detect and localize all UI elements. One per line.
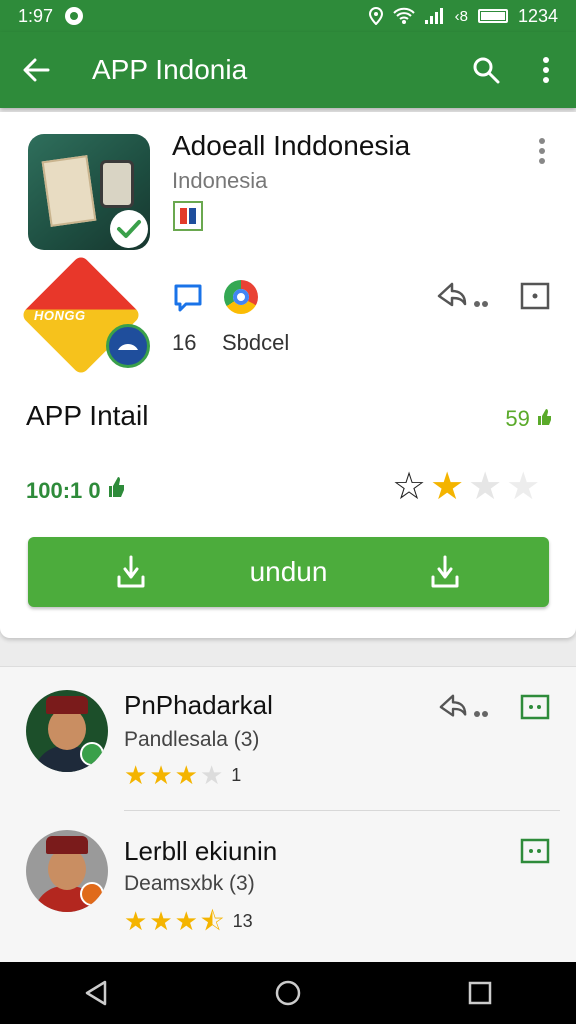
verified-badge-icon	[110, 210, 148, 248]
star-icon: ★	[149, 760, 173, 790]
install-title: APP Intail	[26, 400, 149, 431]
rating-value-text: 59	[505, 406, 530, 431]
star-icon: ★	[174, 906, 198, 936]
star-icon: ★	[124, 906, 148, 936]
home-nav-icon	[275, 980, 301, 1006]
share-button[interactable]	[438, 692, 468, 727]
developer-logo: HONGG	[20, 254, 150, 376]
star-icon: ★	[124, 760, 148, 790]
review-stars: ★ ★ ★ ★ 1	[124, 762, 241, 788]
review-count: 16	[172, 330, 197, 355]
paper-graphic	[41, 155, 97, 227]
reviewer-subtitle: Pandlesala (3)	[124, 728, 260, 751]
network-label-icon: ‹8	[454, 7, 468, 25]
review-item[interactable]: Lerbll ekiunin Deamsxbk (3) ★ ★ ★ ⯪ 13	[0, 812, 576, 952]
location-icon	[368, 7, 383, 25]
avatar-hat	[46, 836, 88, 854]
app-icon[interactable]	[28, 134, 150, 250]
star-icon: ★	[199, 760, 224, 790]
star-icon: ★	[149, 906, 173, 936]
review-star-count: 1	[231, 764, 242, 785]
app-menu-button[interactable]	[530, 134, 554, 168]
app-detail-card: Adoeall Inddonesia Indonesia HONGG 16 Sb…	[0, 112, 576, 638]
content-rating-icon	[173, 201, 203, 231]
rating-value: 59	[505, 406, 552, 432]
star-icon: ★	[506, 466, 541, 508]
avatar-badge-icon	[80, 882, 104, 906]
messenger-icon	[65, 7, 84, 25]
nav-recents-button[interactable]	[440, 962, 520, 1024]
review-stars: ★ ★ ★ ⯪ 13	[124, 908, 253, 934]
review-star-count: 13	[232, 910, 253, 931]
download-icon	[117, 555, 145, 588]
status-right-text: 1234	[517, 5, 558, 26]
back-button[interactable]	[0, 32, 72, 108]
star-icon: ☆	[392, 466, 427, 508]
avatar[interactable]	[26, 830, 108, 912]
app-subtitle: Indonesia	[172, 168, 268, 193]
overflow-menu-button[interactable]	[516, 32, 576, 108]
seal-icon	[106, 324, 150, 368]
star-icon: ★	[174, 760, 198, 790]
wifi-icon	[392, 7, 415, 24]
search-icon	[473, 57, 500, 84]
share-icon	[439, 694, 467, 717]
nav-home-button[interactable]	[248, 962, 328, 1024]
share-button[interactable]	[436, 280, 468, 317]
download-button-label: undun	[249, 556, 328, 587]
chat-icon[interactable]	[172, 282, 204, 319]
thumb-up-icon	[538, 409, 551, 425]
recents-nav-icon	[468, 981, 492, 1005]
battery-icon	[477, 9, 508, 23]
status-bar: 1:97 ‹8 1234	[0, 0, 576, 32]
size-label: Sbdcel	[222, 330, 290, 355]
app-name: Adoeall Inddonesia	[172, 130, 411, 161]
rating-stars: ☆ ★ ★ ★	[392, 468, 540, 506]
more-vert-icon	[539, 138, 545, 164]
logo-label: HONGG	[34, 308, 86, 323]
share-icon	[437, 282, 467, 307]
download-button[interactable]: undun	[28, 537, 549, 607]
reviewer-subtitle: Deamsxbk (3)	[124, 872, 255, 895]
box-icon[interactable]	[520, 694, 550, 725]
reviewer-name: Lerbll ekiunin	[124, 836, 278, 866]
system-nav-bar	[0, 962, 576, 1024]
reviewer-name: PnPhadarkal	[124, 690, 273, 720]
more-horiz-icon[interactable]	[474, 294, 496, 312]
star-icon: ★	[430, 466, 465, 508]
nav-back-button[interactable]	[56, 962, 136, 1024]
divider	[124, 810, 560, 811]
box-icon[interactable]	[520, 838, 550, 869]
download-count: 100:1 0	[26, 476, 125, 504]
download-icon	[431, 555, 459, 588]
avatar-face	[48, 708, 86, 750]
more-horiz-icon[interactable]	[474, 704, 496, 722]
back-arrow-icon	[23, 58, 50, 82]
page-title: APP Indonia	[92, 54, 248, 85]
star-icon: ★	[468, 466, 503, 508]
search-button[interactable]	[456, 32, 516, 108]
thumb-up-icon	[108, 477, 124, 497]
app-bar: APP Indonia	[0, 32, 576, 108]
avatar-face	[48, 848, 86, 890]
box-icon[interactable]	[520, 282, 550, 315]
star-icon: ⯪	[199, 906, 225, 936]
signal-icon	[424, 8, 443, 24]
download-count-text: 100:1 0	[26, 478, 101, 503]
avatar-hat	[46, 696, 88, 714]
avatar[interactable]	[26, 690, 108, 772]
back-nav-icon	[85, 980, 107, 1006]
jar-graphic	[100, 160, 134, 208]
avatar-badge-icon	[80, 742, 104, 766]
more-vert-icon	[543, 57, 549, 83]
chrome-icon[interactable]	[224, 280, 258, 314]
review-item[interactable]: PnPhadarkal Pandlesala (3) ★ ★ ★ ★ 1	[0, 666, 576, 806]
status-time: 1:97	[18, 5, 54, 26]
